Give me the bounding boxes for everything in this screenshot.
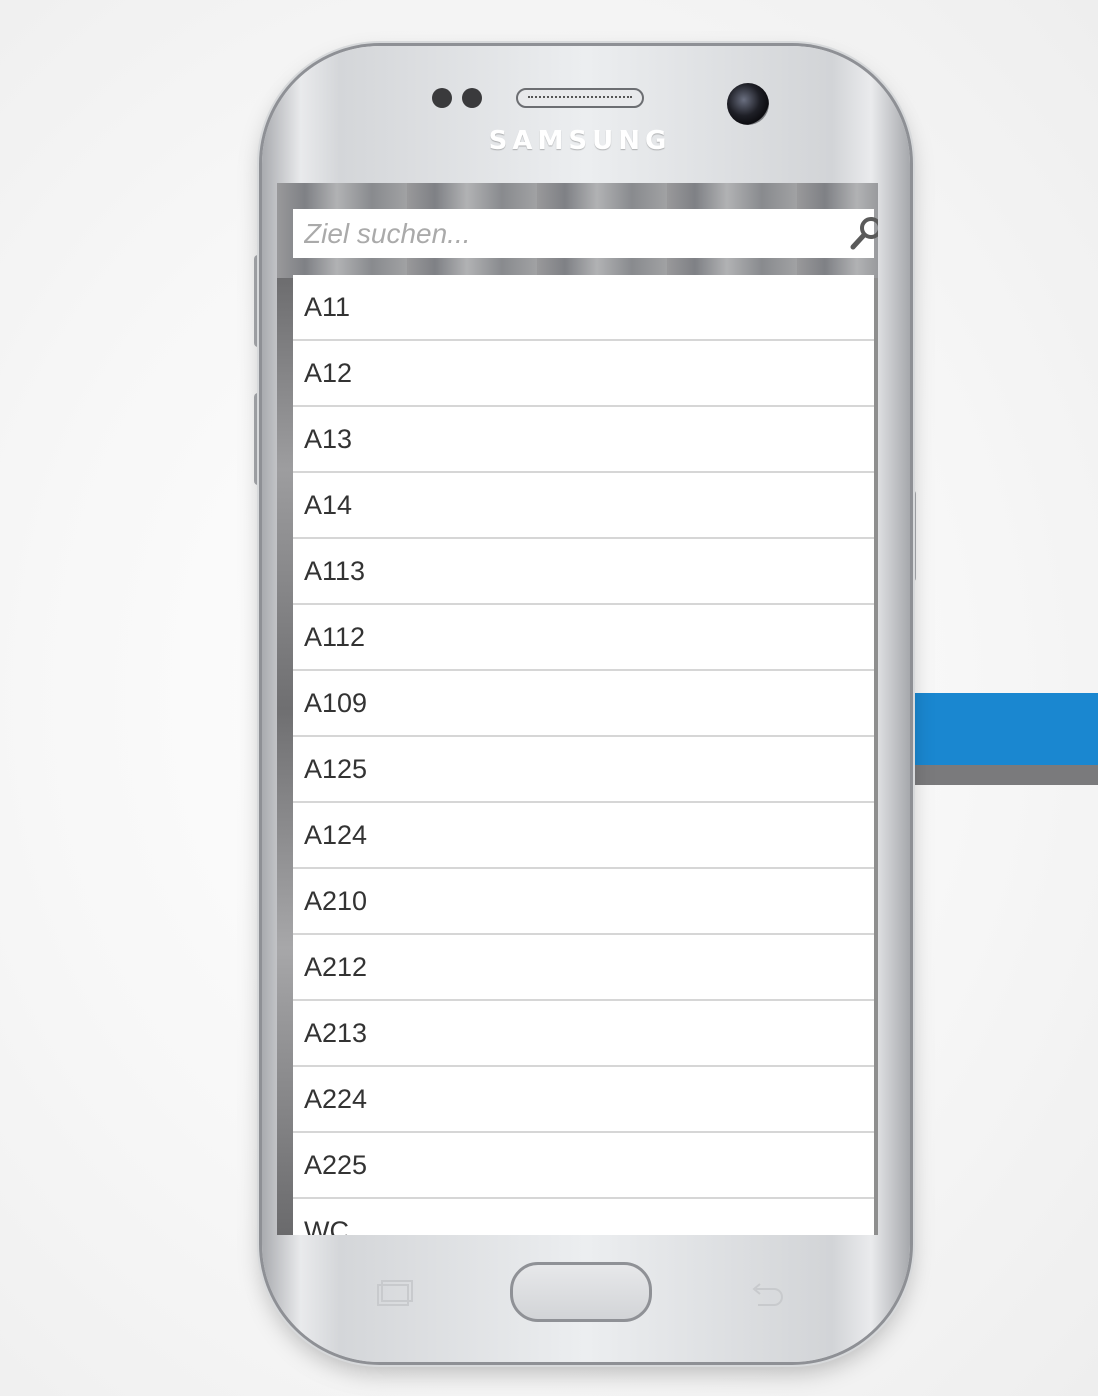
list-item[interactable]: A109	[293, 671, 874, 737]
destination-list: A11 A12 A13 A14 A113 A112 A109 A125 A124 A210 A212…	[293, 275, 874, 1235]
phone-screen: A11 A12 A13 A14 A113 A112 A109 A125 A124 A210 A212…	[277, 183, 878, 1235]
list-item[interactable]: A12	[293, 341, 874, 407]
list-item-label: A124	[304, 819, 368, 850]
list-item-label: A225	[304, 1149, 368, 1180]
earpiece-speaker	[516, 88, 644, 108]
accent-bar-shadow	[880, 765, 1098, 785]
list-item-label: A113	[304, 555, 366, 586]
list-item[interactable]: A224	[293, 1067, 874, 1133]
list-item[interactable]: A113	[293, 539, 874, 605]
brand-logo: SAMSUNG	[488, 126, 672, 156]
accent-bar	[880, 693, 1098, 765]
recent-apps-icon[interactable]	[372, 1275, 416, 1311]
light-sensor	[462, 88, 482, 108]
search-input[interactable]	[293, 209, 823, 258]
list-item[interactable]: A125	[293, 737, 874, 803]
front-camera	[727, 83, 769, 125]
list-item-label: A212	[304, 951, 368, 982]
list-item-label: A112	[304, 621, 366, 652]
list-item-label: A13	[304, 423, 353, 454]
list-item[interactable]: A225	[293, 1133, 874, 1199]
search-bar	[293, 209, 878, 258]
list-item[interactable]: A212	[293, 935, 874, 1001]
list-item-label: A12	[304, 357, 353, 388]
list-item-label: A14	[304, 489, 353, 520]
list-item[interactable]: WC	[293, 1199, 874, 1236]
list-item[interactable]: A210	[293, 869, 874, 935]
list-item[interactable]: A13	[293, 407, 874, 473]
list-item-label: A109	[304, 687, 368, 718]
list-item[interactable]: A213	[293, 1001, 874, 1067]
list-item[interactable]: A112	[293, 605, 874, 671]
home-button[interactable]	[510, 1262, 652, 1322]
side-panel-edge	[277, 278, 293, 1235]
back-icon[interactable]	[744, 1275, 788, 1311]
list-item-label: A224	[304, 1083, 368, 1114]
list-item[interactable]: A124	[293, 803, 874, 869]
list-item[interactable]: A14	[293, 473, 874, 539]
list-item-label: A11	[304, 291, 351, 322]
list-item[interactable]: A11	[293, 275, 874, 341]
list-item-label: A210	[304, 885, 368, 916]
search-icon[interactable]	[847, 213, 878, 253]
list-item-label: A125	[304, 753, 368, 784]
proximity-sensor	[432, 88, 452, 108]
list-item-label: WC	[304, 1215, 349, 1236]
list-item-label: A213	[304, 1017, 368, 1048]
